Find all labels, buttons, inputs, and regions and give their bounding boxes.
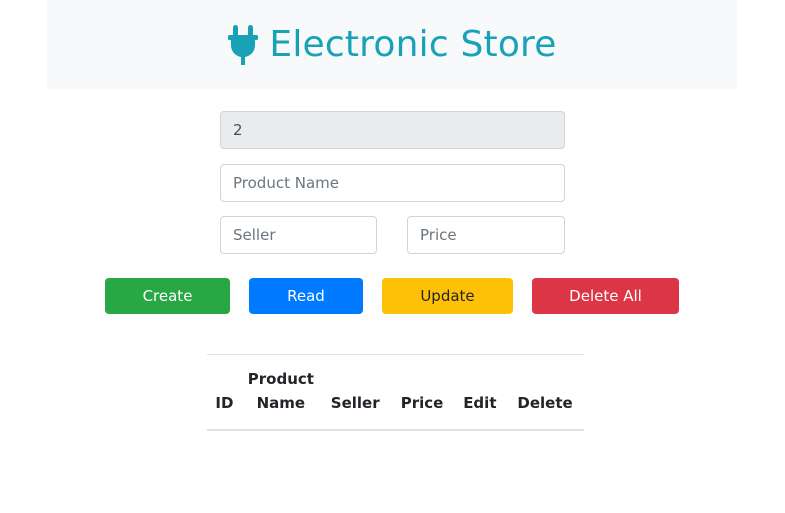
table-header-row: ID Product Name Seller Price Edit Delete [207, 354, 584, 430]
column-header-product-name: Product Name [247, 370, 314, 412]
column-header-delete: Delete [517, 394, 573, 412]
create-button[interactable]: Create [105, 278, 230, 314]
table-header: ID Product Name Seller Price Edit Delete [207, 354, 584, 430]
column-header-seller: Seller [330, 394, 380, 412]
column-header-edit: Edit [463, 394, 497, 412]
seller-input[interactable] [220, 216, 377, 254]
plug-icon [228, 24, 259, 65]
update-button[interactable]: Update [382, 278, 513, 314]
product-name-input[interactable] [220, 164, 565, 202]
delete-all-button[interactable]: Delete All [532, 278, 679, 314]
id-field[interactable] [220, 111, 565, 149]
products-table: ID Product Name Seller Price Edit Delete [207, 354, 584, 431]
header-bar: Electronic Store [47, 0, 737, 89]
column-header-id: ID [215, 394, 234, 412]
price-input[interactable] [407, 216, 565, 254]
page-title: Electronic Store [269, 24, 557, 65]
read-button[interactable]: Read [249, 278, 363, 314]
header-brand: Electronic Store [227, 24, 556, 65]
column-header-price: Price [400, 394, 444, 412]
